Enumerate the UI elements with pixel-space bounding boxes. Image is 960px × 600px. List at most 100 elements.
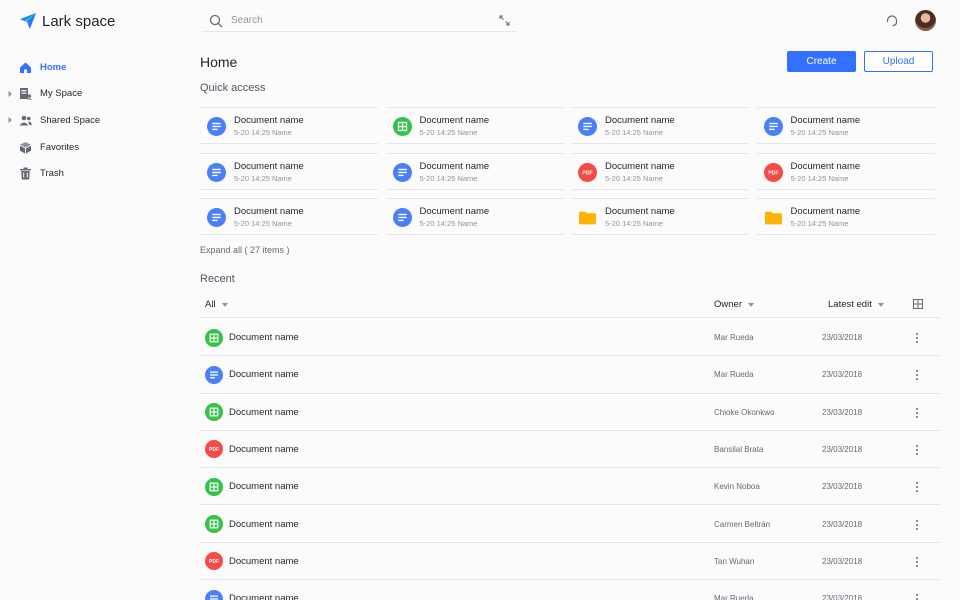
create-button[interactable]: Create [787, 51, 856, 72]
doc-file-icon [392, 208, 412, 227]
document-name: Document name [605, 206, 675, 217]
chevron-down-icon [877, 302, 884, 307]
doc-file-icon [763, 117, 783, 136]
search-bar[interactable] [202, 10, 516, 32]
caret-right-icon[interactable] [8, 116, 13, 124]
edit-date: 23/03/2018 [822, 482, 863, 492]
sheet-file-icon [205, 515, 223, 533]
latest-edit-column-header[interactable]: Latest edit [828, 299, 884, 310]
chevron-down-icon [747, 302, 754, 307]
table-row[interactable]: Document name Mar Rueda 23/03/2018 [200, 580, 940, 600]
quick-access-card[interactable]: Document name 5-20 14:25 Name [571, 107, 749, 144]
sidebar-item-shared-space[interactable]: Shared Space [0, 107, 180, 134]
sidebar-item-label: Trash [40, 168, 64, 180]
quick-access-card[interactable]: PDF Document name 5-20 14:25 Name [571, 152, 749, 190]
doc-file-icon [207, 117, 226, 136]
document-name: Document name [419, 206, 490, 217]
app-logo[interactable]: Lark space [19, 12, 115, 30]
svg-text:PDF: PDF [209, 559, 219, 565]
headset-help-icon[interactable] [885, 14, 899, 28]
document-name: Document name [229, 555, 299, 567]
expand-all-link[interactable]: Expand all ( 27 items ) [200, 245, 290, 255]
owner-name: Bansilal Brata [714, 444, 764, 454]
owner-name: Chioke Okonkwo [714, 407, 775, 417]
doc-file-icon [205, 589, 223, 600]
folder-file-icon [578, 208, 597, 227]
sidebar-item-trash[interactable]: Trash [0, 160, 180, 187]
quick-access-card[interactable]: Document name 5-20 14:25 Name [571, 198, 749, 235]
sidebar: Home My Space Shared Space Favorites Tra… [0, 54, 180, 187]
document-name: Document name [229, 369, 299, 381]
more-options-icon[interactable] [914, 331, 920, 343]
table-row[interactable]: PDF Document name Bansilal Brata 23/03/2018 [200, 431, 940, 469]
svg-text:PDF: PDF [209, 447, 219, 453]
more-options-icon[interactable] [914, 406, 920, 418]
more-options-icon[interactable] [914, 368, 920, 381]
document-name: Document name [790, 115, 861, 126]
paper-plane-logo-icon [19, 12, 37, 30]
home-icon [20, 62, 31, 73]
sidebar-item-favorites[interactable]: Favorites [0, 134, 180, 161]
sheet-file-icon [392, 117, 412, 136]
expand-arrows-icon[interactable] [499, 15, 510, 26]
document-name: Document name [229, 593, 299, 600]
sidebar-item-label: Shared Space [40, 114, 101, 126]
document-meta: 5-20 14:25 Name [790, 173, 849, 183]
quick-access-card[interactable]: Document name 5-20 14:25 Name [200, 152, 378, 190]
search-input[interactable] [231, 15, 481, 26]
document-name: Document name [790, 160, 861, 172]
sidebar-item-my-space[interactable]: My Space [0, 81, 180, 108]
quick-access-card[interactable]: PDF Document name 5-20 14:25 Name [756, 152, 935, 190]
table-row[interactable]: Document name Chioke Okonkwo 23/03/2018 [200, 394, 940, 431]
document-name: Document name [605, 115, 675, 126]
table-row[interactable]: Document name Carmen Beltrán 23/03/2018 [200, 506, 940, 543]
quick-access-card[interactable]: Document name 5-20 14:25 Name [200, 107, 378, 144]
document-meta: 5-20 14:25 Name [605, 219, 663, 228]
document-name: Document name [419, 160, 490, 172]
sheet-file-icon [205, 328, 223, 347]
more-options-icon[interactable] [914, 518, 920, 530]
people-icon [19, 115, 32, 126]
user-avatar[interactable] [915, 10, 936, 31]
table-row[interactable]: Document name Kevin Noboa 23/03/2018 [200, 468, 940, 506]
caret-right-icon[interactable] [8, 90, 13, 98]
quick-access-card[interactable]: Document name 5-20 14:25 Name [385, 107, 564, 144]
owner-column-header[interactable]: Owner [714, 299, 754, 310]
document-name: Document name [234, 206, 304, 217]
more-options-icon[interactable] [914, 555, 920, 567]
sheet-file-icon [205, 403, 223, 422]
owner-name: Carmen Beltrán [714, 519, 771, 529]
grid-view-icon[interactable] [913, 299, 923, 309]
document-name: Document name [234, 160, 304, 172]
top-right-actions [885, 10, 936, 31]
sidebar-item-home[interactable]: Home [0, 54, 180, 81]
more-options-icon[interactable] [914, 443, 920, 455]
document-meta: 5-20 14:25 Name [419, 219, 478, 228]
quick-access-card[interactable]: Document name 5-20 14:25 Name [756, 107, 935, 144]
document-name: Document name [229, 518, 299, 530]
trash-icon [20, 167, 31, 180]
table-row[interactable]: PDF Document name Tan Wuhan 23/03/2018 [200, 543, 940, 581]
quick-access-card[interactable]: Document name 5-20 14:25 Name [200, 198, 378, 235]
doc-file-icon [205, 365, 223, 384]
more-options-icon[interactable] [914, 592, 920, 600]
quick-access-card[interactable]: Document name 5-20 14:25 Name [385, 152, 564, 190]
table-row[interactable]: Document name Mar Rueda 23/03/2018 [200, 319, 940, 357]
doc-file-icon [392, 162, 412, 182]
quick-access-card[interactable]: Document name 5-20 14:25 Name [385, 198, 564, 235]
document-name: Document name [605, 160, 675, 172]
filter-label: All [205, 299, 216, 310]
sidebar-item-label: Home [40, 61, 67, 73]
upload-button[interactable]: Upload [864, 51, 933, 72]
pdf-file-icon: PDF [205, 440, 223, 459]
quick-access-card[interactable]: Document name 5-20 14:25 Name [756, 198, 935, 235]
edit-date: 23/03/2018 [822, 370, 863, 380]
doc-file-icon [578, 117, 597, 136]
filter-all-dropdown[interactable]: All [205, 299, 228, 310]
table-row[interactable]: Document name Mar Rueda 23/03/2018 [200, 356, 940, 394]
document-meta: 5-20 14:25 Name [790, 219, 849, 228]
more-options-icon[interactable] [914, 480, 920, 493]
document-name: Document name [229, 443, 299, 455]
edit-date: 23/03/2018 [822, 407, 863, 417]
document-meta: 5-20 14:25 Name [234, 219, 292, 228]
